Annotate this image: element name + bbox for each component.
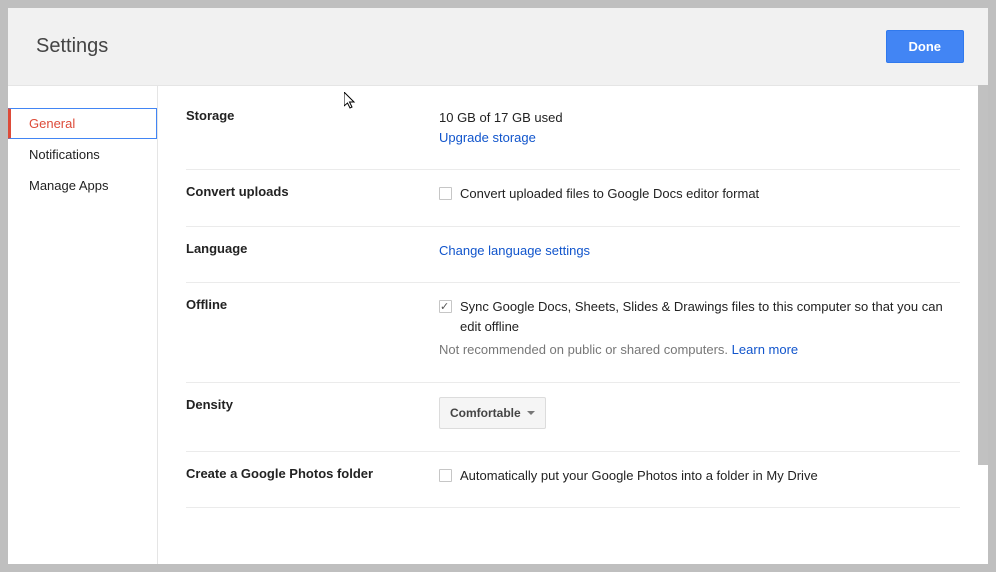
offline-note: Not recommended on public or shared comp… xyxy=(439,342,728,357)
sidebar-item-label: Notifications xyxy=(29,147,100,162)
convert-uploads-checkbox[interactable] xyxy=(439,187,452,200)
page-title: Settings xyxy=(36,35,108,58)
section-body: Convert uploaded files to Google Docs ed… xyxy=(439,184,960,204)
checkbox-label: Sync Google Docs, Sheets, Slides & Drawi… xyxy=(460,297,960,336)
sidebar-item-notifications[interactable]: Notifications xyxy=(8,139,157,170)
section-label: Offline xyxy=(186,297,439,360)
section-offline: Offline Sync Google Docs, Sheets, Slides… xyxy=(186,283,960,383)
section-density: Density Comfortable xyxy=(186,383,960,452)
sidebar-item-manage-apps[interactable]: Manage Apps xyxy=(8,170,157,201)
upgrade-storage-link[interactable]: Upgrade storage xyxy=(439,130,536,145)
section-label: Language xyxy=(186,241,439,261)
dialog-body: General Notifications Manage Apps Storag… xyxy=(8,86,988,564)
offline-note-row: Not recommended on public or shared comp… xyxy=(439,340,960,360)
density-dropdown[interactable]: Comfortable xyxy=(439,397,546,429)
section-google-photos-folder: Create a Google Photos folder Automatica… xyxy=(186,452,960,509)
checkbox-label: Convert uploaded files to Google Docs ed… xyxy=(460,184,759,204)
section-body: Change language settings xyxy=(439,241,960,261)
offline-sync-row: Sync Google Docs, Sheets, Slides & Drawi… xyxy=(439,297,960,336)
section-language: Language Change language settings xyxy=(186,227,960,284)
sidebar-item-label: Manage Apps xyxy=(29,178,109,193)
section-convert-uploads: Convert uploads Convert uploaded files t… xyxy=(186,170,960,227)
checkbox-label: Automatically put your Google Photos int… xyxy=(460,466,818,486)
chevron-down-icon xyxy=(527,411,535,415)
convert-uploads-row: Convert uploaded files to Google Docs ed… xyxy=(439,184,960,204)
section-body: Sync Google Docs, Sheets, Slides & Drawi… xyxy=(439,297,960,360)
learn-more-link[interactable]: Learn more xyxy=(732,342,798,357)
section-body: Comfortable xyxy=(439,397,960,429)
photos-folder-checkbox[interactable] xyxy=(439,469,452,482)
section-label: Storage xyxy=(186,108,439,147)
settings-content: Storage 10 GB of 17 GB used Upgrade stor… xyxy=(158,86,988,564)
change-language-link[interactable]: Change language settings xyxy=(439,243,590,258)
section-label: Create a Google Photos folder xyxy=(186,466,439,486)
settings-dialog: Settings Done General Notifications Mana… xyxy=(8,8,988,564)
section-label: Convert uploads xyxy=(186,184,439,204)
scrollbar-thumb[interactable] xyxy=(978,85,988,465)
done-button[interactable]: Done xyxy=(886,30,965,63)
scrollbar-track xyxy=(978,85,988,564)
dialog-header: Settings Done xyxy=(8,8,988,86)
sidebar-item-general[interactable]: General xyxy=(8,108,157,139)
offline-sync-checkbox[interactable] xyxy=(439,300,452,313)
section-body: Automatically put your Google Photos int… xyxy=(439,466,960,486)
section-storage: Storage 10 GB of 17 GB used Upgrade stor… xyxy=(186,108,960,170)
dropdown-value: Comfortable xyxy=(450,404,521,422)
sidebar-item-label: General xyxy=(29,116,75,131)
section-body: 10 GB of 17 GB used Upgrade storage xyxy=(439,108,960,147)
storage-usage-text: 10 GB of 17 GB used xyxy=(439,108,960,128)
section-label: Density xyxy=(186,397,439,429)
sidebar: General Notifications Manage Apps xyxy=(8,86,158,564)
photos-folder-row: Automatically put your Google Photos int… xyxy=(439,466,960,486)
